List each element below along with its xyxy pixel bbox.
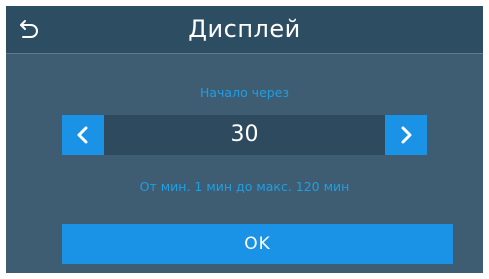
page-title: Дисплей bbox=[188, 15, 301, 43]
chevron-right-icon bbox=[401, 126, 412, 144]
header-bar: Дисплей bbox=[6, 6, 483, 54]
back-button[interactable] bbox=[10, 10, 50, 50]
stepper-value[interactable]: 30 bbox=[104, 115, 385, 155]
range-hint: От мин. 1 мин до макс. 120 мин bbox=[139, 179, 350, 194]
decrement-button[interactable] bbox=[62, 115, 104, 155]
display-settings-screen: Дисплей Начало через 30 От мин. 1 мин до… bbox=[6, 6, 483, 273]
chevron-left-icon bbox=[77, 126, 88, 144]
increment-button[interactable] bbox=[385, 115, 427, 155]
ok-button[interactable]: OK bbox=[62, 224, 453, 264]
undo-arrow-icon bbox=[20, 20, 38, 38]
value-stepper: 30 bbox=[62, 115, 427, 155]
field-label: Начало через bbox=[199, 85, 290, 100]
